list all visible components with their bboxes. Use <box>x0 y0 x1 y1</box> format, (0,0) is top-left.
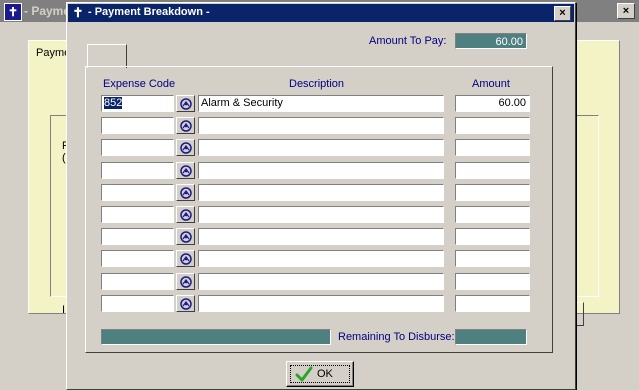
dialog-title: - Payment Breakdown - <box>88 6 210 18</box>
background-inner-box-right <box>575 115 599 297</box>
app-logo-icon: ✝ <box>4 3 22 21</box>
expense-code-input[interactable] <box>101 162 174 179</box>
lookup-button[interactable] <box>176 117 195 134</box>
expense-code-input[interactable] <box>101 295 174 312</box>
amount-input[interactable] <box>455 162 530 179</box>
table-row <box>101 162 531 180</box>
description-input[interactable] <box>198 117 444 134</box>
table-row <box>101 273 531 291</box>
lookup-button[interactable] <box>176 206 195 223</box>
lookup-icon <box>180 165 192 177</box>
table-row <box>101 184 531 202</box>
description-input[interactable]: Alarm & Security <box>198 95 444 112</box>
description-input[interactable] <box>198 273 444 290</box>
lookup-icon <box>180 276 192 288</box>
amount-input[interactable] <box>455 117 530 134</box>
table-row <box>101 139 531 157</box>
lookup-button[interactable] <box>176 184 195 201</box>
amount-input[interactable] <box>455 206 530 223</box>
description-input[interactable] <box>198 162 444 179</box>
remaining-bar <box>101 329 331 345</box>
payment-breakdown-dialog: ✝ - Payment Breakdown - × Amount To Pay:… <box>66 2 576 390</box>
lookup-icon <box>180 298 192 310</box>
expense-code-input[interactable] <box>101 228 174 245</box>
selected-text: 852 <box>104 97 123 109</box>
expense-code-input[interactable] <box>101 273 174 290</box>
table-row <box>101 295 531 313</box>
description-input[interactable] <box>198 184 444 201</box>
expense-code-input[interactable] <box>101 184 174 201</box>
column-header-expense-code: Expense Code <box>103 78 176 90</box>
lookup-icon <box>180 120 192 132</box>
lookup-button[interactable] <box>176 250 195 267</box>
ok-label: OK <box>317 368 333 380</box>
lookup-button[interactable] <box>176 273 195 290</box>
column-header-description: Description <box>289 78 345 90</box>
lookup-icon <box>180 209 192 221</box>
amount-input[interactable] <box>455 273 530 290</box>
ok-button[interactable]: OK <box>286 361 354 387</box>
description-input[interactable] <box>198 206 444 223</box>
lookup-button[interactable] <box>176 295 195 312</box>
remaining-to-disburse-label: Remaining To Disburse: <box>338 331 455 343</box>
table-row <box>101 117 531 135</box>
remaining-to-disburse-value <box>455 329 527 345</box>
amount-input[interactable] <box>455 295 530 312</box>
lookup-icon <box>180 187 192 199</box>
dialog-titlebar[interactable]: ✝ - Payment Breakdown - × <box>68 4 574 22</box>
amount-to-pay-value: 60.00 <box>455 33 527 49</box>
column-header-amount: Amount <box>472 78 510 90</box>
expense-code-input[interactable] <box>101 206 174 223</box>
lookup-icon <box>180 98 192 110</box>
tab-breakdown[interactable] <box>87 44 127 68</box>
lookup-icon <box>180 231 192 243</box>
table-row <box>101 228 531 246</box>
lookup-button[interactable] <box>176 139 195 156</box>
description-input[interactable] <box>198 250 444 267</box>
amount-input[interactable]: 60.00 <box>455 95 530 112</box>
amount-input[interactable] <box>455 184 530 201</box>
background-title: - Payme <box>24 4 71 18</box>
description-input[interactable] <box>198 295 444 312</box>
background-close-button[interactable]: × <box>617 3 635 19</box>
amount-input[interactable] <box>455 250 530 267</box>
amount-to-pay-label: Amount To Pay: <box>369 35 447 47</box>
lookup-button[interactable] <box>176 95 195 112</box>
amount-input[interactable] <box>455 139 530 156</box>
checkmark-icon <box>295 366 313 382</box>
description-input[interactable] <box>198 228 444 245</box>
expense-code-input[interactable] <box>101 139 174 156</box>
close-button[interactable]: × <box>554 6 571 21</box>
description-input[interactable] <box>198 139 444 156</box>
lookup-button[interactable] <box>176 228 195 245</box>
amount-input[interactable] <box>455 228 530 245</box>
lookup-icon <box>180 142 192 154</box>
lookup-button[interactable] <box>176 162 195 179</box>
expense-code-input[interactable] <box>101 117 174 134</box>
table-row <box>101 206 531 224</box>
background-label-fragment: I <box>62 304 66 316</box>
expense-code-input[interactable] <box>101 250 174 267</box>
table-row <box>101 250 531 268</box>
table-row: 852 Alarm & Security 60.00 <box>101 95 531 113</box>
expense-code-input[interactable]: 852 <box>101 95 174 112</box>
app-logo-icon: ✝ <box>72 5 84 20</box>
lookup-icon <box>180 253 192 265</box>
